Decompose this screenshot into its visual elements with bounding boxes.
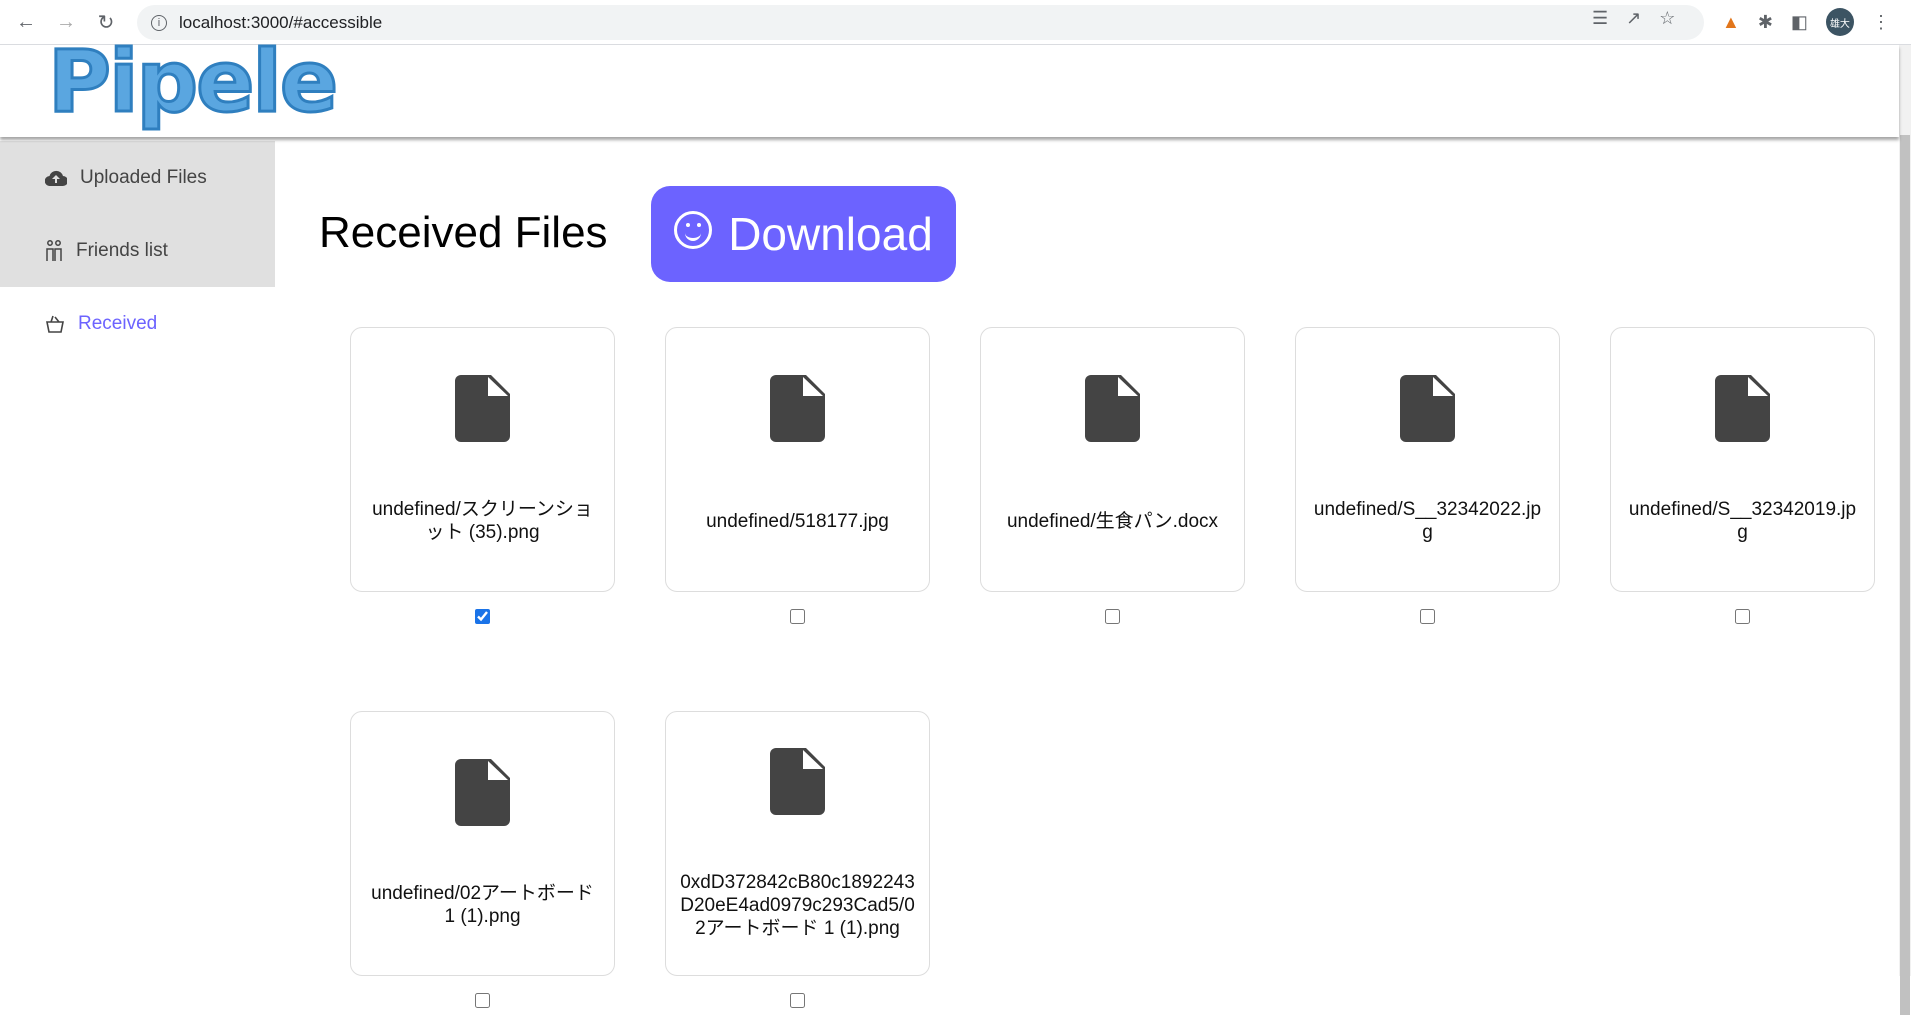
sidebar-item-friends-list[interactable]: Friends list [0, 214, 275, 287]
page-title: Received Files [319, 208, 608, 257]
address-bar[interactable]: i localhost:3000/#accessible [137, 5, 1704, 40]
file-item: undefined/S__32342022.jpg [1295, 327, 1560, 624]
sidebar: Uploaded Files Friends list Received [0, 141, 275, 360]
file-card[interactable]: undefined/生食パン.docx [980, 327, 1245, 592]
file-name: 0xdD372842cB80c1892243D20eE4ad0979c293Ca… [680, 871, 915, 939]
file-name: undefined/S__32342019.jpg [1628, 499, 1857, 543]
file-name: undefined/スクリーンショット (35).png [372, 499, 593, 543]
url-text: localhost:3000/#accessible [179, 12, 383, 32]
sidebar-item-uploaded-files[interactable]: Uploaded Files [0, 141, 275, 214]
app-header: Pipele [0, 38, 1899, 137]
sidebar-item-label: Friends list [76, 239, 168, 261]
file-checkbox[interactable] [1105, 609, 1120, 624]
translate-icon[interactable]: ☰ [1592, 8, 1608, 29]
extensions-icon[interactable]: ✱ [1758, 12, 1773, 33]
avatar[interactable]: 雄大 [1825, 8, 1854, 36]
back-icon[interactable]: ← [12, 8, 40, 36]
basket-icon [46, 315, 64, 333]
file-item: undefined/S__32342019.jpg [1610, 327, 1875, 624]
file-icon [1085, 375, 1140, 442]
file-card[interactable]: undefined/02アートボード 1 (1).png [350, 711, 615, 976]
file-card[interactable]: undefined/スクリーンショット (35).png [350, 327, 615, 592]
file-grid: undefined/スクリーンショット (35).png undefined/5… [350, 327, 1875, 1008]
file-item: undefined/518177.jpg [665, 327, 930, 624]
file-icon [1715, 375, 1770, 442]
file-item: undefined/スクリーンショット (35).png [350, 327, 615, 624]
file-name: undefined/02アートボード 1 (1).png [371, 883, 594, 927]
sidebar-item-label: Uploaded Files [80, 166, 207, 188]
file-checkbox[interactable] [790, 609, 805, 624]
file-item: undefined/生食パン.docx [980, 327, 1245, 624]
file-icon [455, 375, 510, 442]
cloud-upload-icon [45, 170, 67, 186]
sidepanel-icon[interactable]: ◧ [1791, 12, 1808, 33]
sidebar-item-received[interactable]: Received [0, 287, 275, 360]
people-icon [46, 239, 62, 261]
file-icon [1400, 375, 1455, 442]
smile-icon [674, 211, 713, 249]
file-checkbox[interactable] [1420, 609, 1435, 624]
metamask-icon[interactable]: ▲ [1722, 12, 1740, 33]
scrollbar[interactable] [1899, 45, 1911, 1015]
logo[interactable]: Pipele [46, 38, 339, 127]
file-icon [770, 747, 825, 815]
download-button[interactable]: Download [651, 186, 956, 282]
file-card[interactable]: undefined/S__32342022.jpg [1295, 327, 1560, 592]
file-checkbox[interactable] [1735, 609, 1750, 624]
file-icon [455, 759, 510, 826]
share-icon[interactable]: ↗ [1626, 8, 1641, 29]
file-item: 0xdD372842cB80c1892243D20eE4ad0979c293Ca… [665, 711, 930, 1008]
menu-icon[interactable]: ⋮ [1872, 12, 1890, 33]
star-icon[interactable]: ☆ [1659, 8, 1675, 29]
file-item: undefined/02アートボード 1 (1).png [350, 711, 615, 1008]
file-card[interactable]: 0xdD372842cB80c1892243D20eE4ad0979c293Ca… [665, 711, 930, 976]
file-name: undefined/518177.jpg [706, 510, 889, 532]
file-name: undefined/生食パン.docx [1006, 510, 1219, 532]
download-label: Download [728, 208, 933, 260]
file-card[interactable]: undefined/S__32342019.jpg [1610, 327, 1875, 592]
file-checkbox[interactable] [790, 993, 805, 1008]
file-name: undefined/S__32342022.jpg [1313, 499, 1542, 543]
file-checkbox[interactable] [475, 609, 490, 624]
sidebar-item-label: Received [78, 312, 158, 334]
info-icon[interactable]: i [151, 14, 167, 31]
file-icon [770, 375, 825, 442]
file-checkbox[interactable] [475, 993, 490, 1008]
file-card[interactable]: undefined/518177.jpg [665, 327, 930, 592]
scrollbar-thumb[interactable] [1900, 135, 1910, 1015]
